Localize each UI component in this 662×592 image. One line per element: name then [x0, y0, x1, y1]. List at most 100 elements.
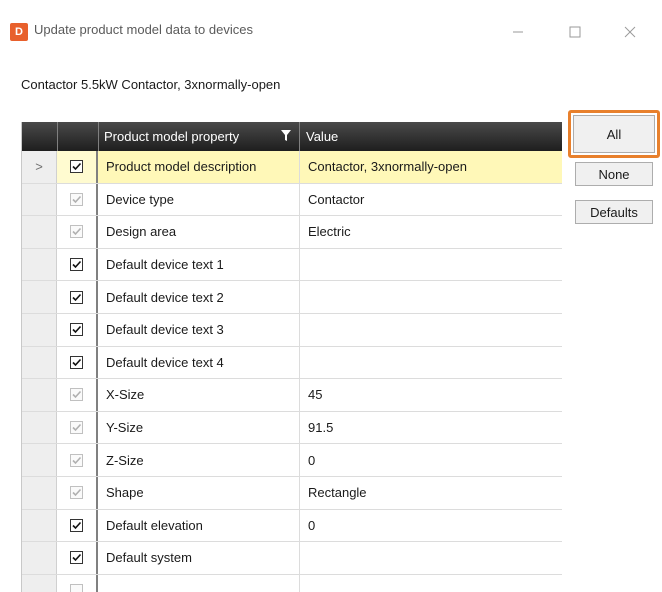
check-icon	[72, 195, 82, 204]
table-row[interactable]: Default device text 2	[22, 281, 562, 314]
include-checkbox[interactable]	[70, 355, 83, 369]
include-checkbox[interactable]	[70, 160, 83, 174]
property-cell[interactable]: Device type	[98, 183, 300, 216]
value-cell[interactable]	[300, 347, 562, 379]
table-row[interactable]: Default device text 3	[22, 313, 562, 347]
value-cell[interactable]: Contactor	[300, 184, 562, 216]
all-button[interactable]: All	[573, 115, 655, 153]
row-checkbox-cell	[57, 346, 98, 379]
property-grid: Product model property Value > Product mo…	[21, 122, 562, 592]
property-cell[interactable]	[98, 574, 300, 592]
table-row[interactable]: Default device text 4	[22, 346, 562, 380]
check-icon	[72, 163, 82, 171]
property-cell[interactable]: Shape	[98, 476, 300, 509]
value-cell[interactable]: Electric	[300, 216, 562, 248]
row-indicator[interactable]	[22, 574, 57, 592]
table-row[interactable]: X-Size 45	[22, 379, 562, 412]
value-cell[interactable]: 0	[300, 510, 562, 542]
row-indicator[interactable]	[22, 346, 57, 379]
close-button[interactable]	[608, 14, 652, 50]
row-indicator[interactable]	[22, 216, 57, 248]
table-row[interactable]: Z-Size 0	[22, 444, 562, 477]
table-row[interactable]: Device type Contactor	[22, 183, 562, 217]
property-cell[interactable]: Default device text 4	[98, 346, 300, 379]
include-checkbox[interactable]	[70, 290, 83, 304]
row-checkbox-cell	[57, 509, 98, 542]
table-row[interactable]: Default elevation 0	[22, 509, 562, 543]
filter-icon[interactable]	[280, 129, 292, 143]
property-cell[interactable]: Y-Size	[98, 411, 300, 444]
none-button[interactable]: None	[575, 162, 653, 186]
table-row[interactable]: Default system	[22, 542, 562, 575]
property-cell[interactable]: X-Size	[98, 379, 300, 411]
row-indicator[interactable]	[22, 183, 57, 216]
dialog-window: D Update product model data to devices C…	[0, 0, 662, 592]
row-indicator[interactable]	[22, 476, 57, 509]
table-row[interactable]: Shape Rectangle	[22, 476, 562, 510]
row-checkbox-cell	[57, 379, 98, 411]
include-checkbox[interactable]	[70, 551, 83, 565]
table-row[interactable]	[22, 574, 562, 592]
grid-header: Product model property Value	[22, 122, 562, 151]
device-description: Contactor 5.5kW Contactor, 3xnormally-op…	[21, 77, 281, 92]
value-cell[interactable]: Contactor, 3xnormally-open	[300, 151, 562, 183]
check-icon	[72, 261, 82, 269]
maximize-button[interactable]	[553, 14, 597, 50]
include-checkbox	[70, 421, 83, 435]
value-cell[interactable]: Rectangle	[300, 477, 562, 509]
property-cell[interactable]: Design area	[98, 216, 300, 248]
row-indicator[interactable]	[22, 509, 57, 542]
property-cell[interactable]: Default system	[98, 542, 300, 574]
include-checkbox[interactable]	[70, 258, 83, 272]
property-cell[interactable]: Default device text 1	[98, 248, 300, 281]
row-indicator[interactable]: >	[22, 151, 57, 183]
column-header-property[interactable]: Product model property	[98, 122, 298, 151]
value-cell[interactable]: 0	[300, 444, 562, 476]
include-checkbox	[70, 584, 83, 592]
include-checkbox	[70, 192, 83, 206]
row-checkbox-cell	[57, 313, 98, 346]
check-icon	[72, 326, 82, 334]
row-checkbox-cell	[57, 542, 98, 574]
table-row[interactable]: Design area Electric	[22, 216, 562, 249]
include-checkbox	[70, 388, 83, 402]
value-cell[interactable]: 91.5	[300, 412, 562, 444]
value-cell[interactable]	[300, 249, 562, 281]
minimize-icon	[513, 31, 523, 33]
include-checkbox[interactable]	[70, 323, 83, 337]
include-checkbox[interactable]	[70, 518, 83, 532]
minimize-button[interactable]	[496, 14, 540, 50]
check-icon	[72, 293, 82, 301]
property-cell[interactable]: Default device text 3	[98, 313, 300, 346]
property-cell[interactable]: Default elevation	[98, 509, 300, 542]
row-checkbox-cell	[57, 248, 98, 281]
value-cell[interactable]: 45	[300, 379, 562, 411]
value-cell[interactable]	[300, 281, 562, 313]
defaults-button[interactable]: Defaults	[575, 200, 653, 224]
table-row[interactable]: > Product model description Contactor, 3xn…	[22, 151, 562, 184]
row-checkbox-cell	[57, 151, 98, 183]
check-icon	[72, 554, 82, 562]
row-indicator[interactable]	[22, 411, 57, 444]
row-checkbox-cell	[57, 411, 98, 444]
value-cell[interactable]	[300, 314, 562, 346]
value-cell[interactable]	[300, 575, 562, 592]
check-icon	[72, 228, 82, 236]
table-row[interactable]: Default device text 1	[22, 248, 562, 282]
row-indicator[interactable]	[22, 248, 57, 281]
include-checkbox	[70, 453, 83, 467]
row-indicator[interactable]	[22, 444, 57, 476]
title-bar: D Update product model data to devices	[0, 0, 662, 64]
table-row[interactable]: Y-Size 91.5	[22, 411, 562, 445]
row-indicator[interactable]	[22, 281, 57, 313]
app-icon: D	[10, 23, 28, 41]
row-indicator[interactable]	[22, 379, 57, 411]
row-indicator[interactable]	[22, 542, 57, 574]
row-indicator[interactable]	[22, 313, 57, 346]
column-header-value[interactable]: Value	[300, 122, 562, 151]
value-cell[interactable]	[300, 542, 562, 574]
property-cell[interactable]: Default device text 2	[98, 281, 300, 313]
check-icon	[72, 391, 82, 399]
property-cell[interactable]: Z-Size	[98, 444, 300, 476]
property-cell[interactable]: Product model description	[98, 151, 300, 183]
